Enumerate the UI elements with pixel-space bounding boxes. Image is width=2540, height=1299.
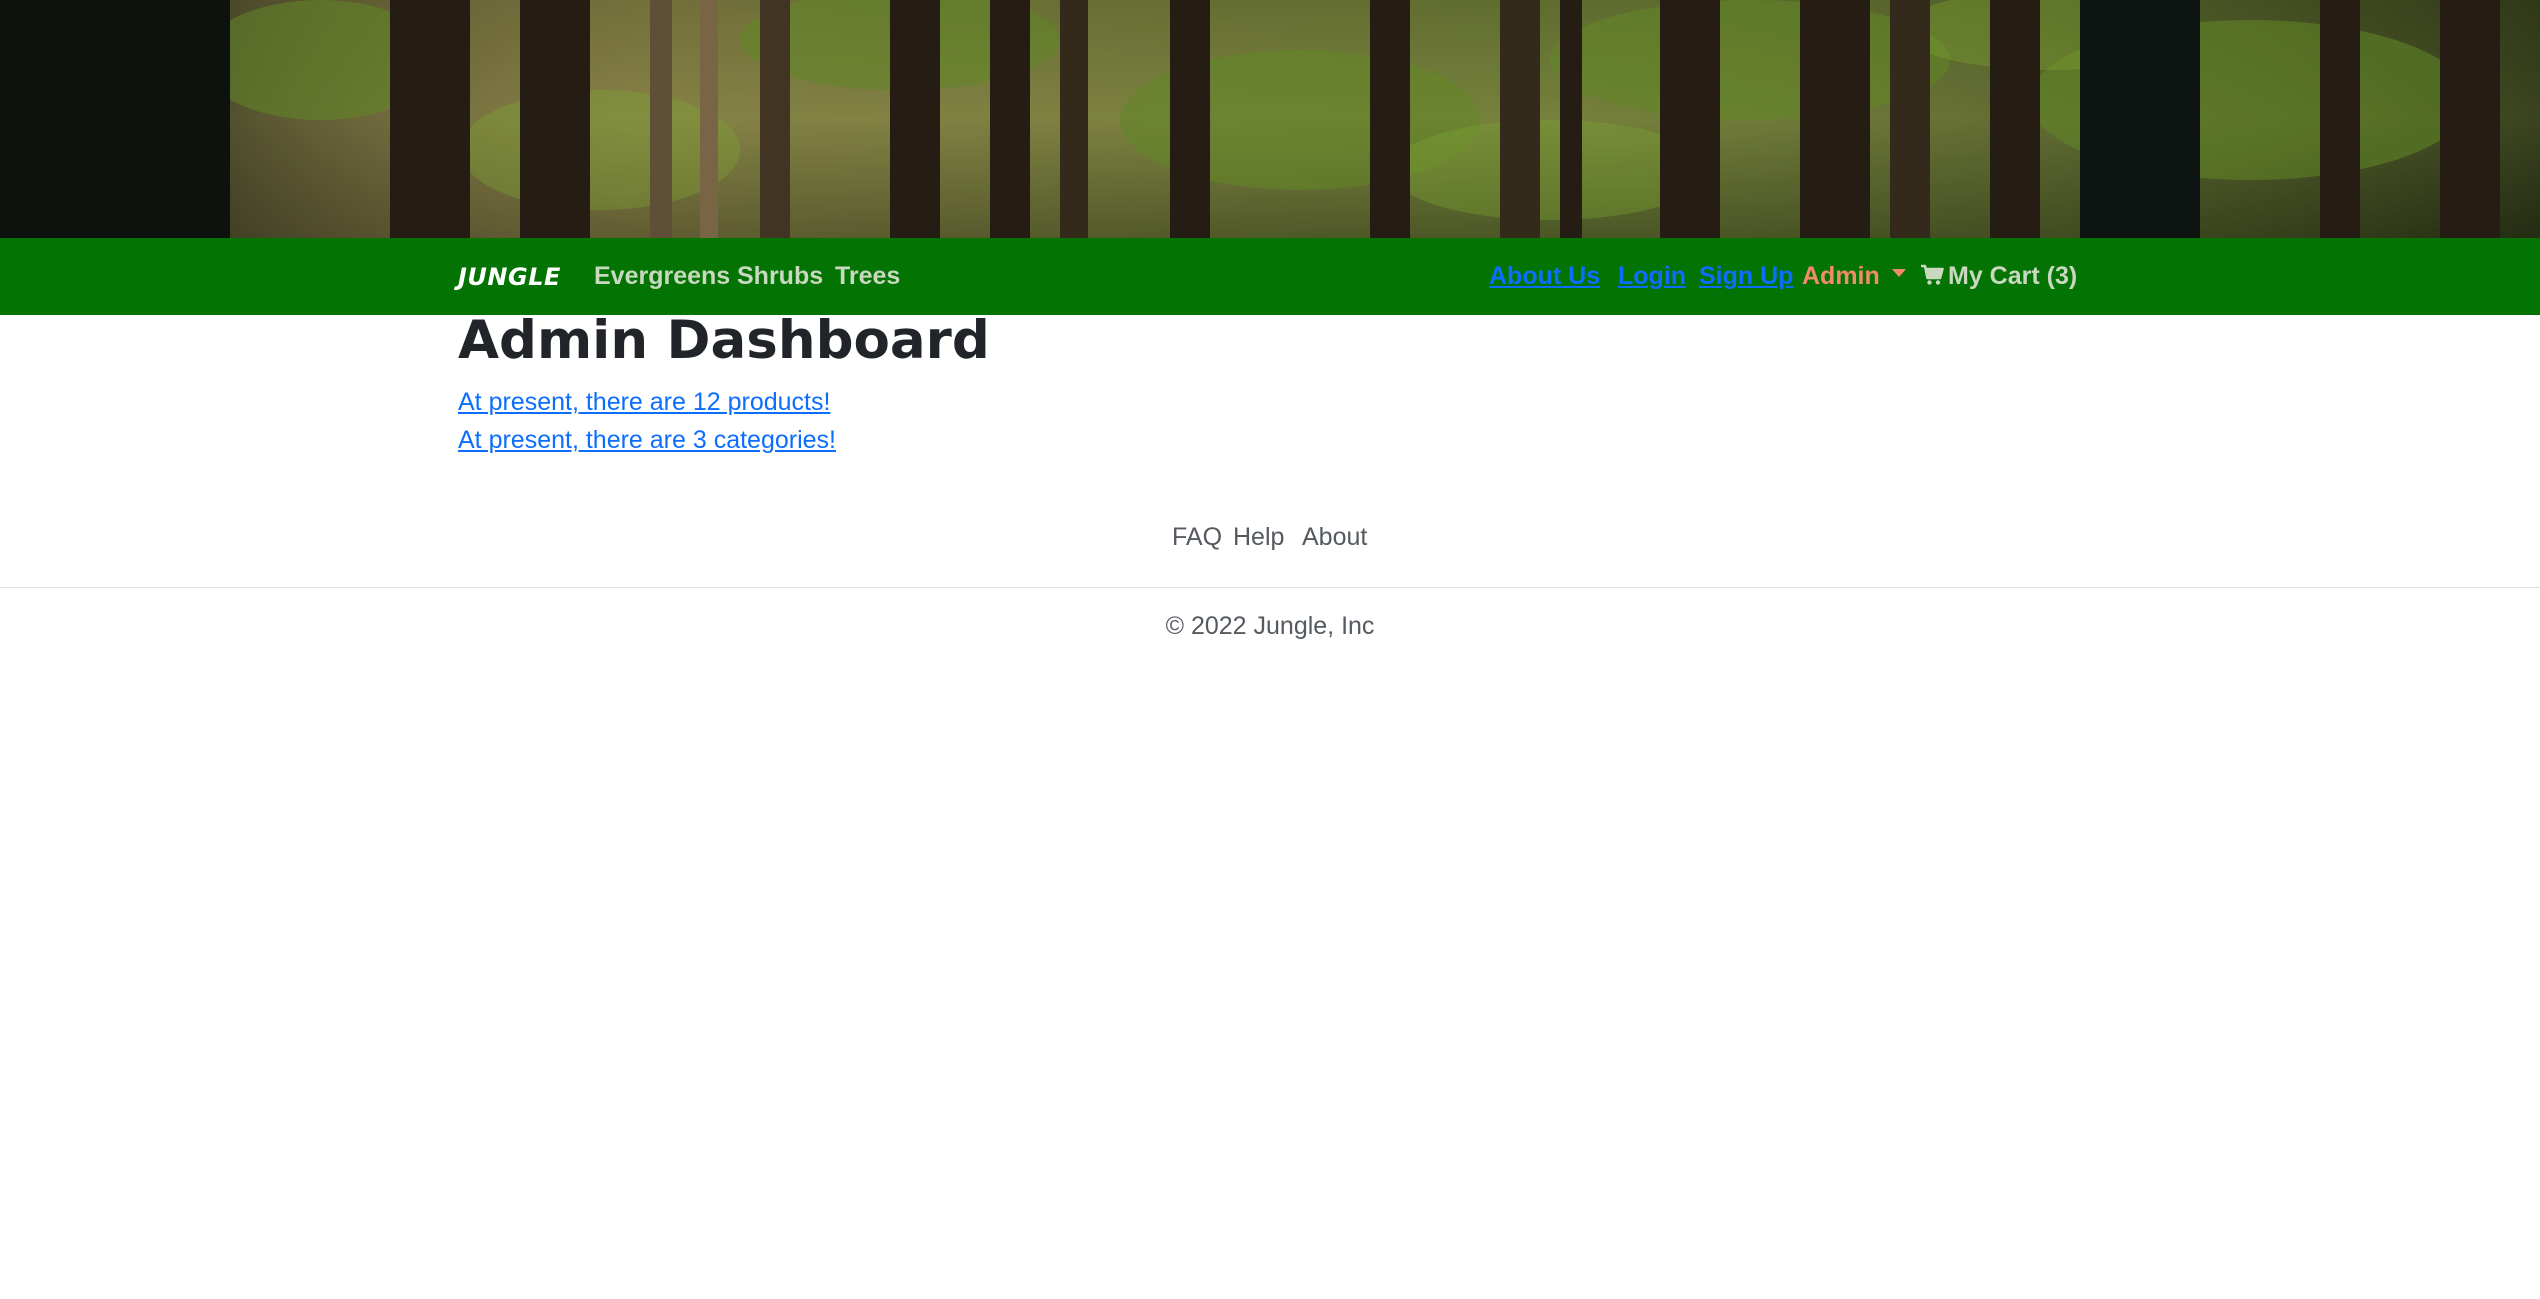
hero-banner-forest-image — [0, 0, 2540, 238]
nav-item-evergreens[interactable]: Evergreens — [594, 262, 730, 291]
my-cart-label: My Cart (3) — [1948, 262, 2078, 290]
footer-divider — [0, 587, 2540, 588]
footer-link-about[interactable]: About — [1302, 523, 1367, 552]
brand-logo[interactable]: JUNGLE — [458, 263, 561, 291]
login-link[interactable]: Login — [1618, 262, 1686, 291]
top-navbar: JUNGLE Evergreens Shrubs Trees About Us … — [0, 238, 2540, 315]
shopping-cart-icon — [1921, 265, 1944, 286]
sign-up-link[interactable]: Sign Up — [1699, 262, 1793, 291]
products-count-link[interactable]: At present, there are 12 products! — [458, 388, 830, 417]
admin-dropdown[interactable]: Admin — [1802, 262, 1906, 291]
admin-dropdown-label: Admin — [1802, 262, 1880, 290]
about-us-link[interactable]: About Us — [1489, 262, 1600, 291]
footer-link-help[interactable]: Help — [1233, 523, 1284, 552]
categories-count-link[interactable]: At present, there are 3 categories! — [458, 426, 836, 455]
caret-down-icon — [1891, 269, 1906, 278]
my-cart-link[interactable]: My Cart (3) — [1920, 262, 2077, 291]
copyright-text: © 2022 Jungle, Inc — [1165, 612, 1375, 640]
page-title: Admin Dashboard — [458, 310, 990, 371]
nav-item-shrubs[interactable]: Shrubs — [737, 262, 823, 291]
nav-item-trees[interactable]: Trees — [835, 262, 900, 291]
footer-link-faq[interactable]: FAQ — [1172, 523, 1222, 552]
